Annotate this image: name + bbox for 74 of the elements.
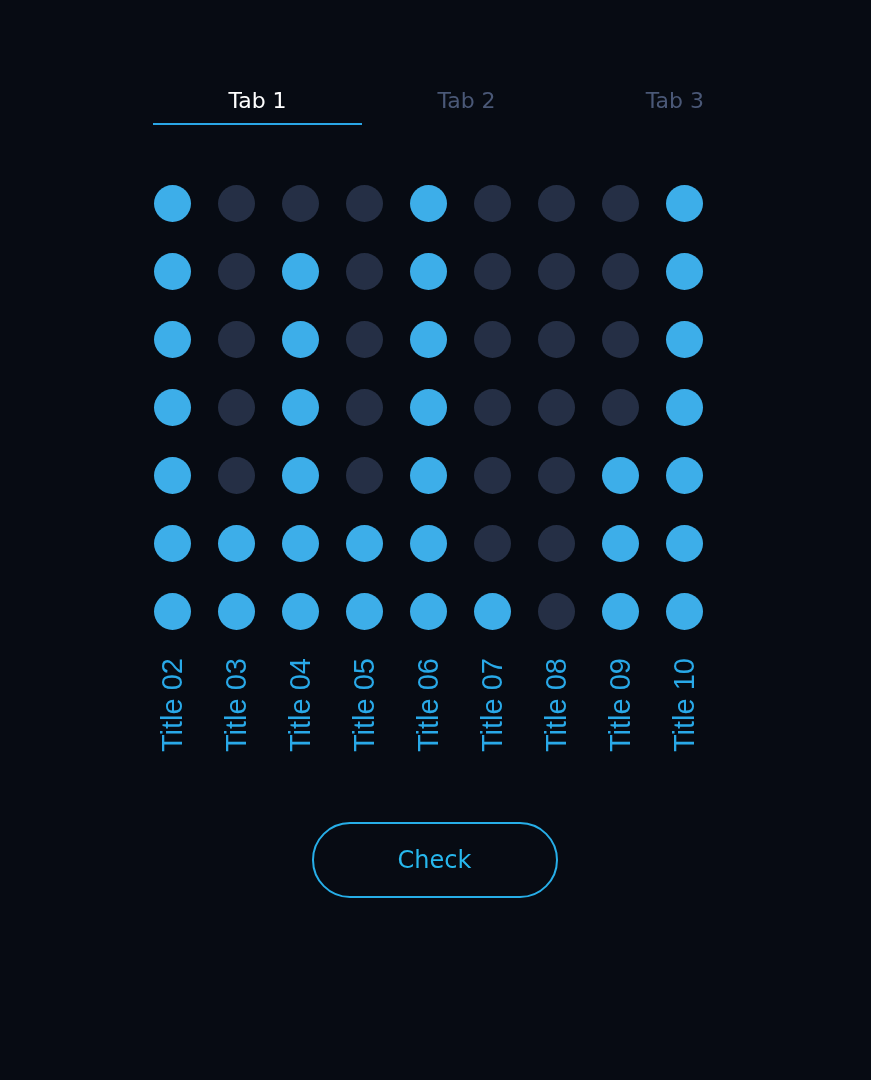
dot[interactable]: [346, 525, 383, 562]
dot[interactable]: [602, 321, 639, 358]
dot[interactable]: [410, 321, 447, 358]
dot[interactable]: [538, 389, 575, 426]
dot[interactable]: [410, 185, 447, 222]
tab[interactable]: Tab 1: [153, 82, 362, 125]
dot[interactable]: [346, 593, 383, 630]
column-label: Title 02: [156, 658, 189, 753]
dot[interactable]: [410, 457, 447, 494]
dot[interactable]: [218, 457, 255, 494]
dot[interactable]: [602, 457, 639, 494]
dot[interactable]: [538, 593, 575, 630]
dot[interactable]: [666, 389, 703, 426]
column-label: Title 06: [412, 658, 445, 753]
dot[interactable]: [538, 253, 575, 290]
dot[interactable]: [474, 253, 511, 290]
column-label: Title 08: [540, 658, 573, 753]
dot[interactable]: [538, 321, 575, 358]
column-label: Title 04: [284, 658, 317, 753]
dot[interactable]: [666, 253, 703, 290]
dot[interactable]: [154, 253, 191, 290]
column-label: Title 03: [220, 658, 253, 753]
dot[interactable]: [474, 185, 511, 222]
dot[interactable]: [538, 525, 575, 562]
dot[interactable]: [666, 593, 703, 630]
dot[interactable]: [282, 457, 319, 494]
dot[interactable]: [410, 389, 447, 426]
dot[interactable]: [346, 389, 383, 426]
dot[interactable]: [346, 321, 383, 358]
dot[interactable]: [346, 253, 383, 290]
dot[interactable]: [154, 593, 191, 630]
dot[interactable]: [282, 253, 319, 290]
dot[interactable]: [346, 457, 383, 494]
dot[interactable]: [666, 321, 703, 358]
dot[interactable]: [666, 525, 703, 562]
dot[interactable]: [666, 185, 703, 222]
dot[interactable]: [154, 525, 191, 562]
dot[interactable]: [666, 457, 703, 494]
dot[interactable]: [602, 253, 639, 290]
dot[interactable]: [154, 185, 191, 222]
dot[interactable]: [218, 389, 255, 426]
dot[interactable]: [282, 185, 319, 222]
dot[interactable]: [282, 321, 319, 358]
dot[interactable]: [474, 321, 511, 358]
dot[interactable]: [282, 525, 319, 562]
column-label: Title 09: [604, 658, 637, 753]
dot[interactable]: [218, 593, 255, 630]
dot[interactable]: [410, 253, 447, 290]
dot[interactable]: [218, 321, 255, 358]
dot[interactable]: [410, 525, 447, 562]
dot[interactable]: [218, 525, 255, 562]
dot[interactable]: [154, 389, 191, 426]
dot[interactable]: [474, 593, 511, 630]
dot[interactable]: [602, 389, 639, 426]
column-label: Title 05: [348, 658, 381, 753]
dot[interactable]: [474, 525, 511, 562]
column-label: Title 07: [476, 658, 509, 753]
dot[interactable]: [346, 185, 383, 222]
dot[interactable]: [538, 457, 575, 494]
dot[interactable]: [154, 457, 191, 494]
dot[interactable]: [218, 253, 255, 290]
dot[interactable]: [154, 321, 191, 358]
column-label: Title 10: [668, 658, 701, 753]
dot[interactable]: [218, 185, 255, 222]
dot[interactable]: [602, 593, 639, 630]
dot[interactable]: [602, 525, 639, 562]
dot[interactable]: [602, 185, 639, 222]
dot[interactable]: [538, 185, 575, 222]
dot[interactable]: [282, 389, 319, 426]
check-button[interactable]: Check: [311, 822, 558, 899]
dot[interactable]: [474, 389, 511, 426]
dot[interactable]: [410, 593, 447, 630]
dot[interactable]: [282, 593, 319, 630]
dot[interactable]: [474, 457, 511, 494]
